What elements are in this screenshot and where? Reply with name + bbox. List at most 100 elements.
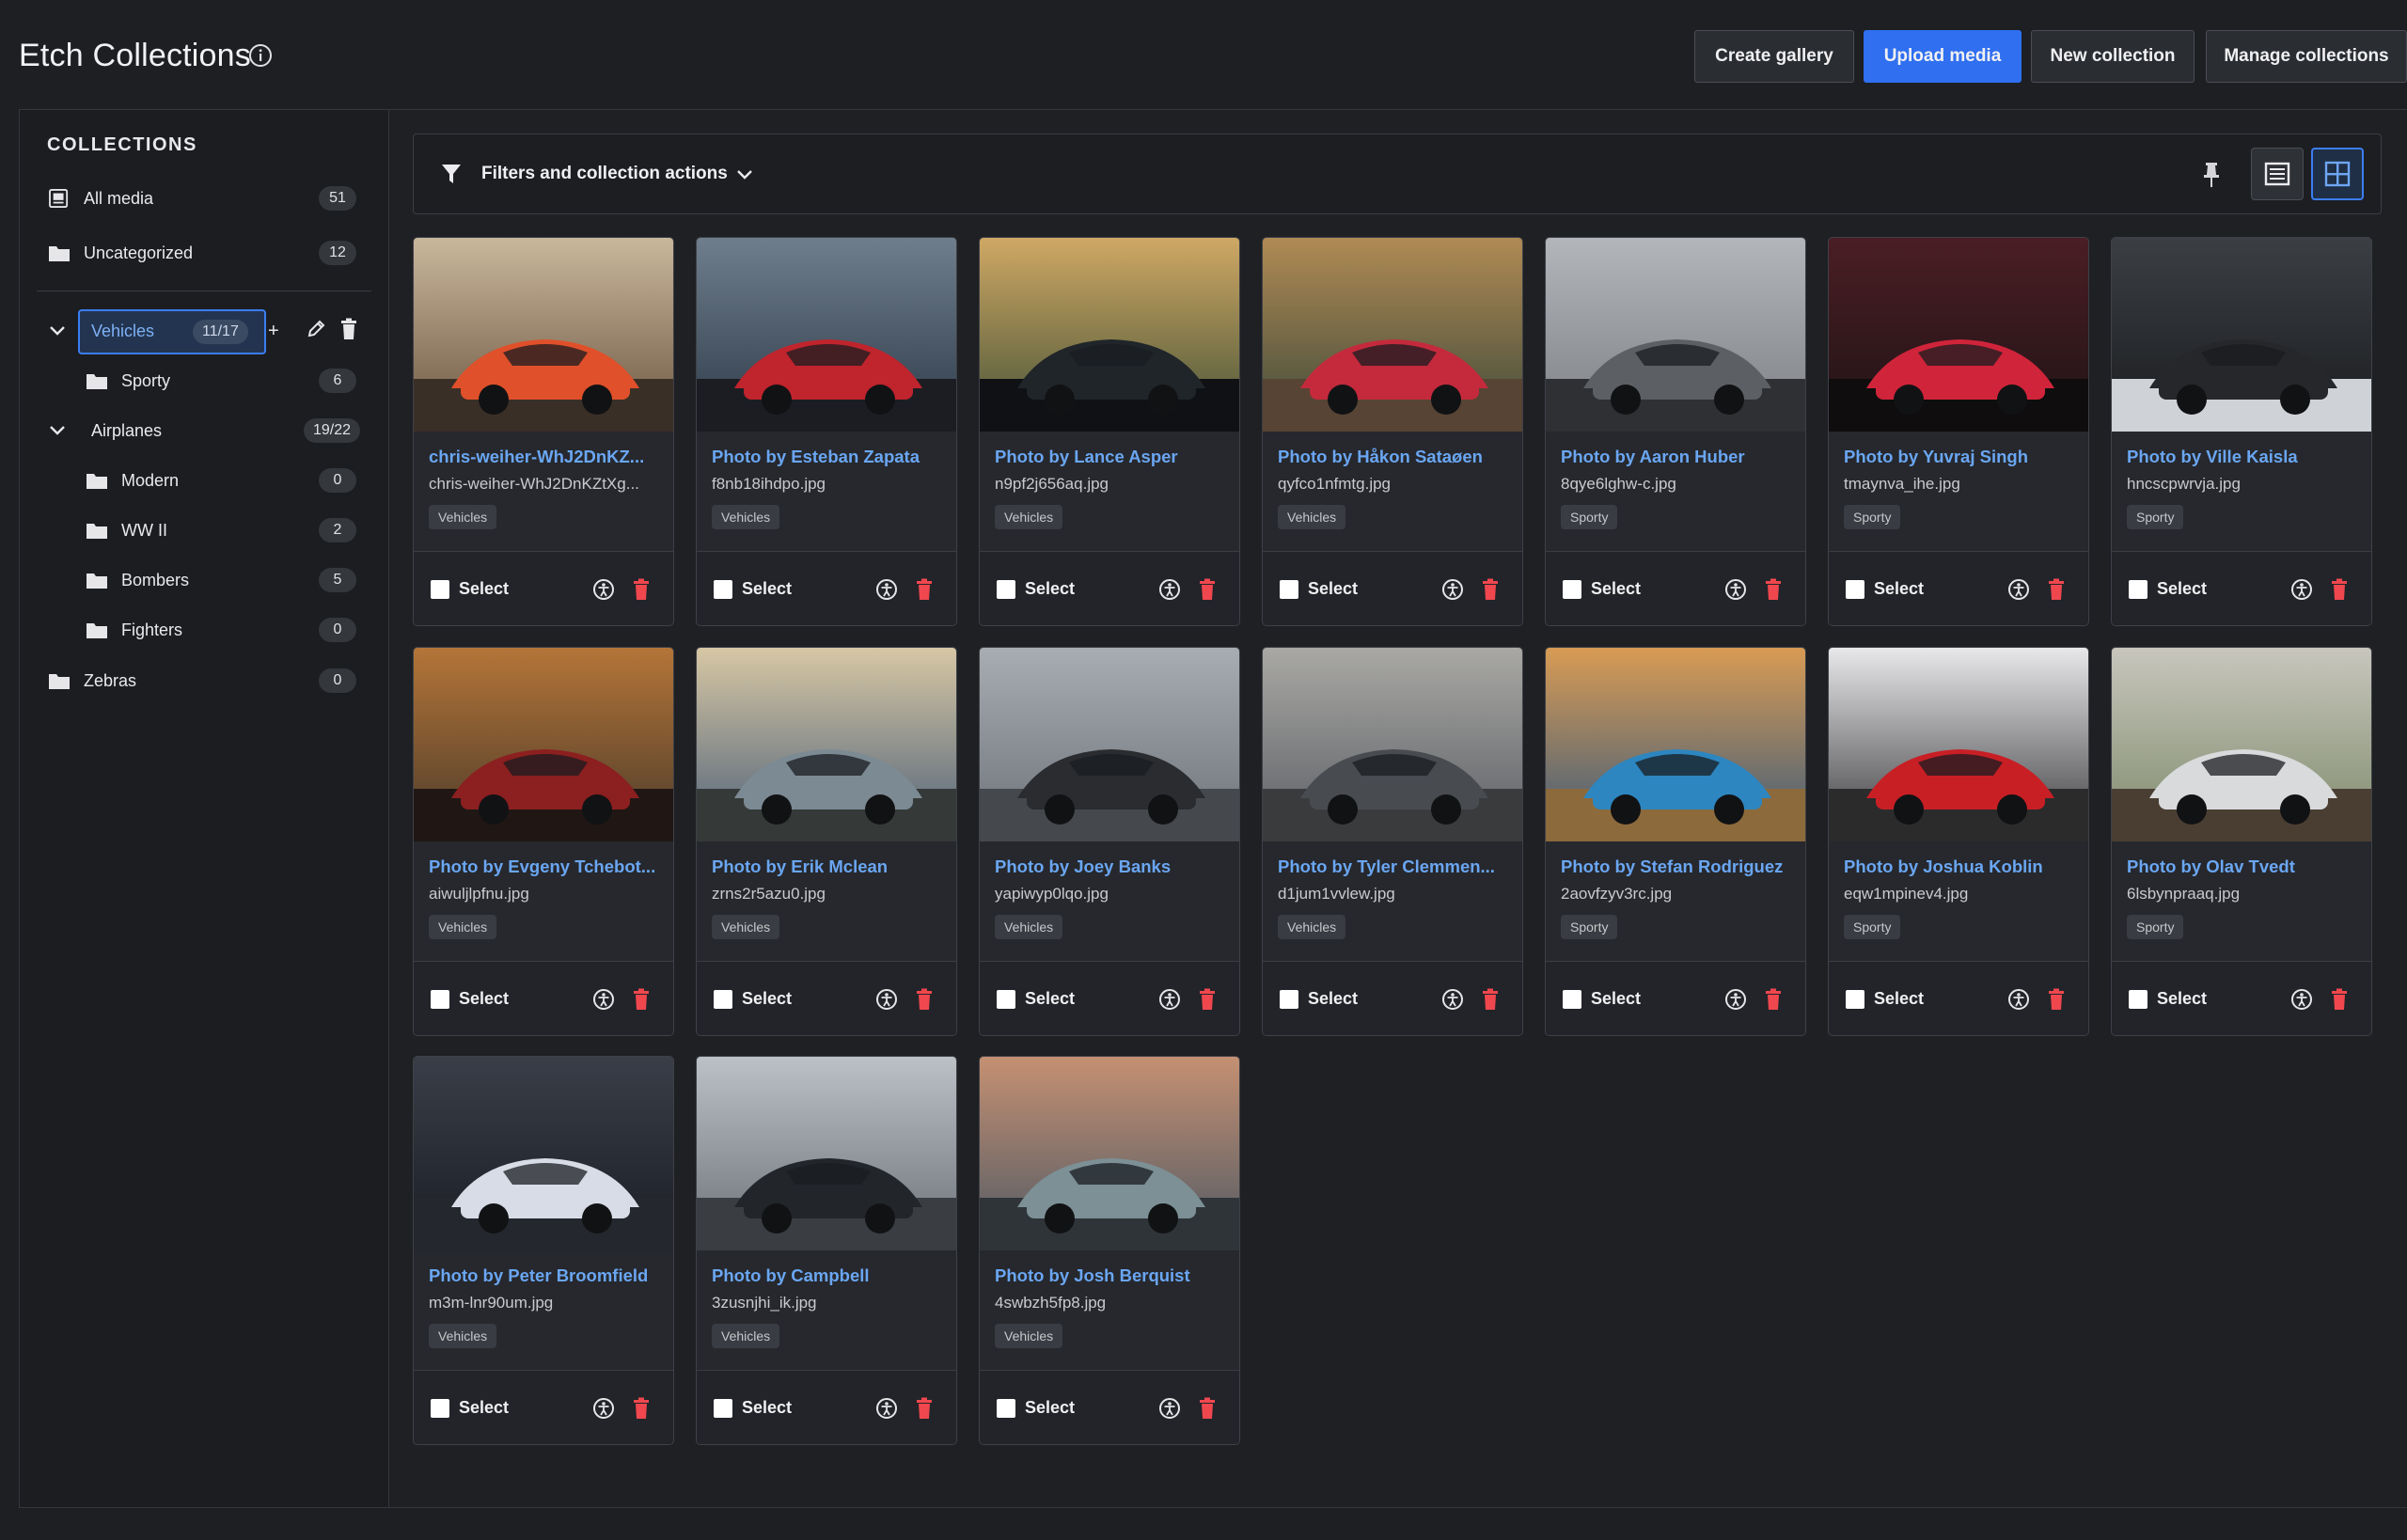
- media-title[interactable]: Photo by Joshua Koblin: [1844, 856, 2079, 877]
- select-label[interactable]: Select: [459, 1398, 509, 1418]
- accessibility-icon[interactable]: [592, 578, 615, 601]
- trash-icon[interactable]: [915, 578, 934, 601]
- media-card[interactable]: Photo by Evgeny Tchebot... aiwuljlpfnu.jp…: [413, 647, 674, 1036]
- accessibility-icon[interactable]: [875, 988, 898, 1011]
- create-gallery-button[interactable]: Create gallery: [1694, 30, 1854, 83]
- trash-icon[interactable]: [1764, 578, 1783, 601]
- select-label[interactable]: Select: [1025, 579, 1075, 599]
- trash-icon[interactable]: [632, 578, 651, 601]
- accessibility-icon[interactable]: [1158, 1397, 1181, 1420]
- media-thumbnail[interactable]: [1829, 648, 2088, 841]
- trash-icon[interactable]: [1198, 1397, 1217, 1420]
- media-thumbnail[interactable]: [980, 238, 1239, 432]
- manage-collections-button[interactable]: Manage collections: [2206, 30, 2407, 83]
- select-label[interactable]: Select: [459, 579, 509, 599]
- accessibility-icon[interactable]: [592, 1397, 615, 1420]
- accessibility-icon[interactable]: [1441, 578, 1464, 601]
- media-card[interactable]: Photo by Aaron Huber 8qye6lghw-c.jpg Sport…: [1545, 237, 1806, 626]
- media-card[interactable]: Photo by Yuvraj Singh tmaynva_ihe.jpg Spor…: [1828, 237, 2089, 626]
- select-label[interactable]: Select: [1308, 989, 1358, 1009]
- chevron-down-icon[interactable]: [48, 324, 67, 338]
- media-thumbnail[interactable]: [1263, 238, 1522, 432]
- add-subcollection-button[interactable]: +: [268, 312, 279, 350]
- select-checkbox[interactable]: [1280, 580, 1298, 599]
- accessibility-icon[interactable]: [2007, 988, 2030, 1011]
- trash-icon[interactable]: [1481, 988, 1500, 1011]
- media-card[interactable]: Photo by Tyler Clemmen... d1jum1vvlew.jpg…: [1262, 647, 1523, 1036]
- chevron-down-icon[interactable]: [48, 424, 67, 437]
- pin-icon[interactable]: [2200, 161, 2223, 189]
- trash-icon[interactable]: [2330, 578, 2349, 601]
- media-card[interactable]: Photo by Erik Mclean zrns2r5azu0.jpg Vehic…: [696, 647, 957, 1036]
- trash-icon[interactable]: [1481, 578, 1500, 601]
- media-thumbnail[interactable]: [414, 648, 673, 841]
- select-checkbox[interactable]: [1846, 990, 1864, 1009]
- sidebar-item-modern[interactable]: Modern: [86, 462, 179, 499]
- trash-icon[interactable]: [1764, 988, 1783, 1011]
- media-title[interactable]: Photo by Josh Berquist: [995, 1265, 1230, 1286]
- edit-icon[interactable]: [306, 319, 326, 339]
- media-thumbnail[interactable]: [1829, 238, 2088, 432]
- media-card[interactable]: Photo by Campbell 3zusnjhi_ik.jpg Vehicles…: [696, 1056, 957, 1445]
- sidebar-item-bombers[interactable]: Bombers: [86, 561, 189, 599]
- media-card[interactable]: Photo by Håkon Sataøen qyfco1nfmtg.jpg Veh…: [1262, 237, 1523, 626]
- media-title[interactable]: Photo by Evgeny Tchebot...: [429, 856, 664, 877]
- media-card[interactable]: Photo by Stefan Rodriguez 2aovfzyv3rc.jpg…: [1545, 647, 1806, 1036]
- media-card[interactable]: Photo by Ville Kaisla hncscpwrvja.jpg Spor…: [2111, 237, 2372, 626]
- trash-icon[interactable]: [2047, 578, 2066, 601]
- accessibility-icon[interactable]: [1724, 988, 1747, 1011]
- select-label[interactable]: Select: [1874, 579, 1924, 599]
- media-card[interactable]: Photo by Joey Banks yapiwyp0lqo.jpg Vehicl…: [979, 647, 1240, 1036]
- select-label[interactable]: Select: [1591, 989, 1641, 1009]
- accessibility-icon[interactable]: [875, 1397, 898, 1420]
- select-checkbox[interactable]: [714, 580, 732, 599]
- select-checkbox[interactable]: [714, 990, 732, 1009]
- media-title[interactable]: Photo by Esteban Zapata: [712, 447, 947, 467]
- select-checkbox[interactable]: [1563, 580, 1581, 599]
- select-checkbox[interactable]: [431, 990, 449, 1009]
- select-label[interactable]: Select: [1025, 989, 1075, 1009]
- upload-media-button[interactable]: Upload media: [1864, 30, 2022, 83]
- trash-icon[interactable]: [2047, 988, 2066, 1011]
- select-checkbox[interactable]: [431, 1399, 449, 1418]
- select-checkbox[interactable]: [1563, 990, 1581, 1009]
- media-card[interactable]: Photo by Josh Berquist 4swbzh5fp8.jpg Vehi…: [979, 1056, 1240, 1445]
- media-card[interactable]: Photo by Olav Tvedt 6lsbynpraaq.jpg Sporty…: [2111, 647, 2372, 1036]
- select-label[interactable]: Select: [459, 989, 509, 1009]
- trash-icon[interactable]: [1198, 988, 1217, 1011]
- accessibility-icon[interactable]: [2290, 988, 2313, 1011]
- sidebar-item-sporty[interactable]: Sporty: [86, 362, 170, 400]
- media-thumbnail[interactable]: [2112, 648, 2371, 841]
- media-thumbnail[interactable]: [2112, 238, 2371, 432]
- sidebar-item-uncategorized[interactable]: Uncategorized: [48, 234, 193, 272]
- select-label[interactable]: Select: [1025, 1398, 1075, 1418]
- media-title[interactable]: Photo by Lance Asper: [995, 447, 1230, 467]
- media-title[interactable]: Photo by Erik Mclean: [712, 856, 947, 877]
- sidebar-item-fighters[interactable]: Fighters: [86, 611, 182, 649]
- list-view-button[interactable]: [2251, 148, 2304, 200]
- media-title[interactable]: chris-weiher-WhJ2DnKZ...: [429, 447, 664, 467]
- select-checkbox[interactable]: [997, 580, 1015, 599]
- trash-icon[interactable]: [915, 988, 934, 1011]
- select-label[interactable]: Select: [1591, 579, 1641, 599]
- select-label[interactable]: Select: [1874, 989, 1924, 1009]
- accessibility-icon[interactable]: [1441, 988, 1464, 1011]
- new-collection-button[interactable]: New collection: [2031, 30, 2195, 83]
- trash-icon[interactable]: [1198, 578, 1217, 601]
- select-label[interactable]: Select: [742, 989, 792, 1009]
- media-card[interactable]: Photo by Peter Broomfield m3m-lnr90um.jpg…: [413, 1056, 674, 1445]
- trash-icon[interactable]: [2330, 988, 2349, 1011]
- media-title[interactable]: Photo by Olav Tvedt: [2127, 856, 2362, 877]
- media-thumbnail[interactable]: [697, 238, 956, 432]
- media-card[interactable]: Photo by Esteban Zapata f8nb18ihdpo.jpg Ve…: [696, 237, 957, 626]
- sidebar-item-airplanes[interactable]: Airplanes: [91, 412, 162, 449]
- media-card[interactable]: Photo by Joshua Koblin eqw1mpinev4.jpg Spo…: [1828, 647, 2089, 1036]
- media-title[interactable]: Photo by Ville Kaisla: [2127, 447, 2362, 467]
- accessibility-icon[interactable]: [1724, 578, 1747, 601]
- trash-icon[interactable]: [632, 988, 651, 1011]
- media-title[interactable]: Photo by Peter Broomfield: [429, 1265, 664, 1286]
- accessibility-icon[interactable]: [592, 988, 615, 1011]
- media-title[interactable]: Photo by Aaron Huber: [1561, 447, 1796, 467]
- media-title[interactable]: Photo by Håkon Sataøen: [1278, 447, 1513, 467]
- grid-view-button[interactable]: [2311, 148, 2364, 200]
